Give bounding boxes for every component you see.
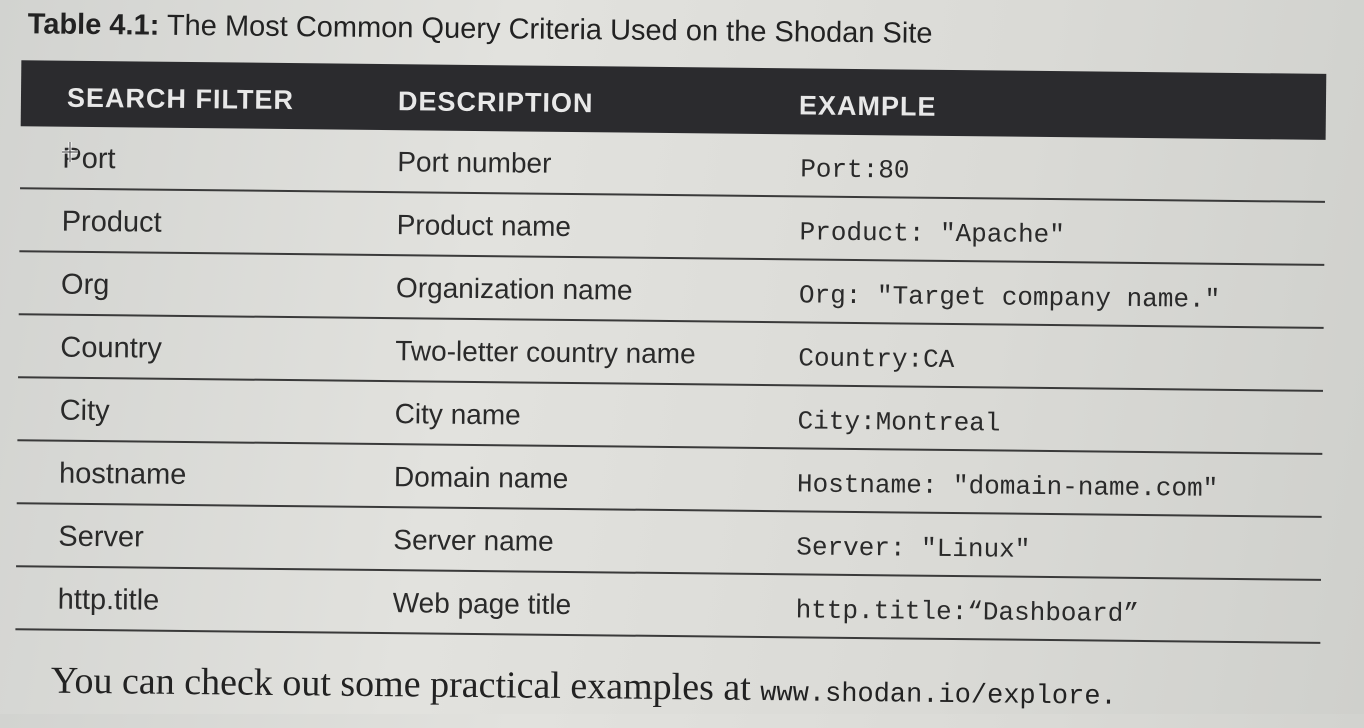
filter-cell: Server [58,520,144,554]
description-cell: Port number [397,146,552,179]
example-cell: Server: "Linux" [796,532,1031,565]
example-cell: Port:80 [800,154,910,186]
header-description: DESCRIPTION [397,86,594,119]
description-cell: Domain name [393,461,569,494]
filter-cell: http.title [57,583,160,617]
table-caption: Table 4.1: The Most Common Query Criteri… [28,8,933,50]
footer-link[interactable]: www.shodan.io/explore. [760,679,1117,713]
description-cell: Two-letter country name [395,335,696,370]
example-cell: City:Montreal [797,406,1001,439]
caption-title: The Most Common Query Criteria Used on t… [166,9,933,50]
example-cell: Org: "Target company name." [798,280,1221,315]
caption-label: Table 4.1: [27,8,160,42]
filter-cell: City [59,394,110,428]
example-cell: Product: "Apache" [799,217,1066,251]
table-row: http.title Web page title http.title:“Da… [15,567,1321,644]
filter-cell: hostname [58,457,187,491]
example-cell: http.title:“Dashboard” [795,595,1140,629]
footer-sentence: You can check out some practical example… [51,659,1117,714]
description-cell: City name [394,398,521,431]
header-search-filter: SEARCH FILTER [66,82,295,116]
footer-text: You can check out some practical example… [50,659,761,709]
example-cell: Hostname: "domain-name.com" [796,469,1219,504]
filter-cell: Org [60,268,110,302]
filter-cell: Country [60,331,163,365]
example-cell: Country:CA [798,343,955,376]
book-page: Table 4.1: The Most Common Query Criteri… [0,0,1364,728]
shodan-filter-table: SEARCH FILTER DESCRIPTION EXAMPLE Port P… [15,60,1327,644]
crosshair-cursor-icon [62,142,78,162]
description-cell: Web page title [392,587,572,621]
description-cell: Server name [393,524,554,557]
description-cell: Product name [396,209,572,242]
description-cell: Organization name [395,272,633,306]
filter-cell: Product [61,205,162,239]
header-example: EXAMPLE [798,90,937,122]
